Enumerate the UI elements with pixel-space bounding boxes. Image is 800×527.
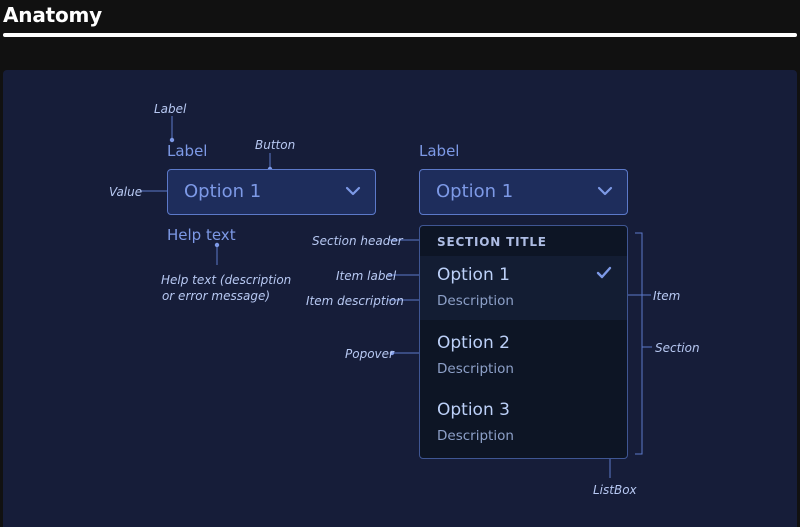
annotation-value: Value [109, 185, 143, 199]
chevron-down-icon [597, 186, 613, 196]
open-picker-value: Option 1 [436, 181, 514, 202]
closed-picker-button[interactable]: Option 1 [167, 169, 376, 215]
item-label: Option 1 [437, 265, 510, 285]
chevron-down-icon [345, 186, 361, 196]
annotation-section-header: Section header [312, 234, 403, 248]
checkmark-icon [596, 266, 612, 279]
item-label: Option 2 [437, 333, 510, 353]
closed-picker-label: Label [167, 142, 208, 160]
item-description: Description [437, 428, 514, 444]
annotation-help-text-line1: Help text (description [161, 273, 292, 287]
item-description: Description [437, 361, 514, 377]
listbox-popover: SECTION TITLE Option 1 Description Optio… [419, 225, 628, 459]
list-item[interactable]: Option 2 Description [420, 324, 627, 388]
anatomy-canvas: Label Button Value Help text (descriptio… [3, 70, 797, 527]
list-item[interactable]: Option 1 Description [420, 256, 627, 320]
annotation-item-label: Item label [336, 269, 397, 283]
item-label: Option 3 [437, 400, 510, 420]
heading-divider [3, 33, 797, 37]
annotation-listbox: ListBox [593, 483, 637, 497]
annotation-label: Label [154, 102, 187, 116]
annotation-button: Button [255, 138, 296, 152]
open-picker-button[interactable]: Option 1 [419, 169, 628, 215]
annotation-item-description: Item description [306, 294, 404, 308]
annotation-popover: Popover [345, 347, 394, 361]
annotation-section: Section [655, 341, 700, 355]
annotation-item: Item [653, 289, 681, 303]
section-header: SECTION TITLE [437, 235, 547, 249]
page-heading: Anatomy [3, 3, 102, 27]
annotation-help-text: Help text (description or error message) [161, 272, 292, 304]
help-text: Help text [167, 226, 236, 244]
list-item[interactable]: Option 3 Description [420, 391, 627, 455]
open-picker-label: Label [419, 142, 460, 160]
annotation-help-text-line2: or error message) [161, 289, 271, 303]
item-description: Description [437, 293, 514, 309]
closed-picker-value: Option 1 [184, 181, 262, 202]
